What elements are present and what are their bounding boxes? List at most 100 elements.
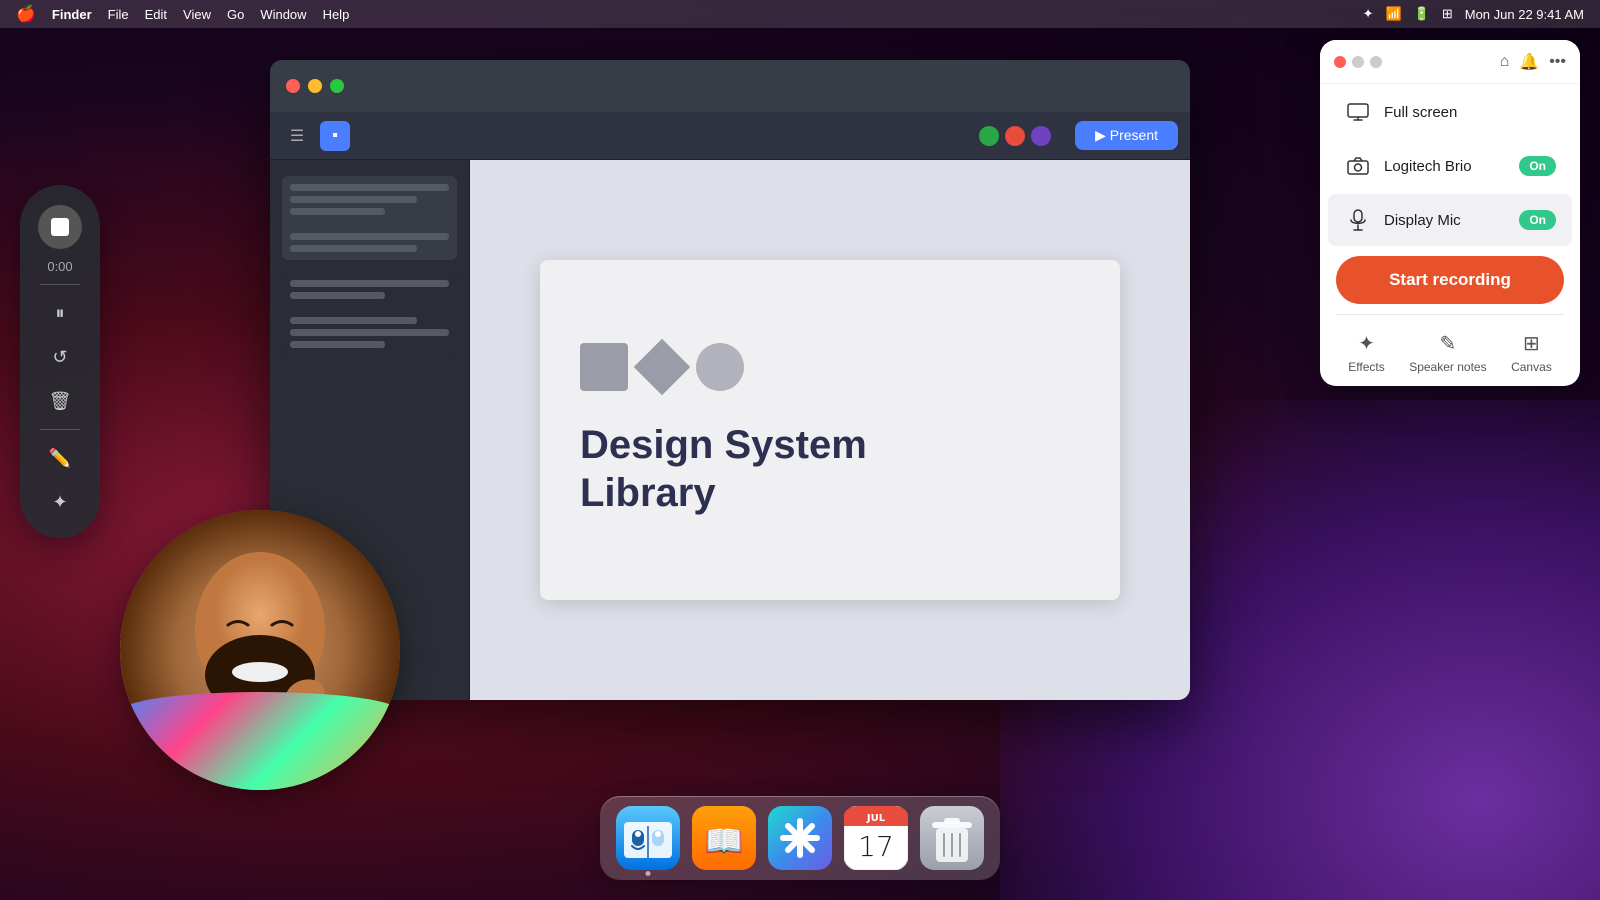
battery-icon[interactable]: 🔋 [1414, 6, 1430, 22]
menubar-view[interactable]: View [183, 7, 211, 22]
display-icon [1344, 98, 1372, 126]
dock-indicator [646, 871, 651, 876]
color-dot-green[interactable] [979, 126, 999, 146]
slide-title: Design System Library [580, 421, 1080, 517]
spotlight-icon[interactable]: ✦ [1363, 6, 1374, 22]
window-toolbar: ☰ ▪ ▶ Present [270, 112, 1190, 160]
stop-recording-button[interactable] [38, 205, 82, 249]
view-icon[interactable]: ▪ [320, 121, 350, 151]
slide-title-line1: Design System [580, 421, 1080, 469]
dock-item-perplexity[interactable] [768, 806, 832, 870]
app-window: ☰ ▪ ▶ Present [270, 60, 1190, 700]
shape-square [580, 343, 628, 391]
slide-thumbnail-2[interactable] [282, 272, 457, 356]
dock-item-finder[interactable] [616, 806, 680, 870]
panel-close-button[interactable] [1334, 56, 1346, 68]
canvas-icon: ⊞ [1523, 331, 1540, 356]
panel-traffic-lights [1334, 56, 1382, 68]
slide-line [290, 292, 385, 299]
dock-item-books[interactable]: 📖 [692, 806, 756, 870]
camera-icon [1344, 152, 1372, 180]
recording-controls: 0:00 ⏸ ↺ 🗑 ✏️ ✦ [20, 185, 100, 538]
mic-toggle[interactable]: On [1519, 210, 1556, 230]
slide-line [290, 317, 417, 324]
traffic-lights [286, 79, 344, 93]
delete-button[interactable]: 🗑 [40, 381, 80, 421]
canvas-label: Canvas [1511, 360, 1552, 374]
start-recording-button[interactable]: Start recording [1336, 256, 1564, 304]
speaker-notes-label: Speaker notes [1409, 360, 1486, 374]
maximize-button[interactable] [330, 79, 344, 93]
slide-line [290, 329, 449, 336]
color-dot-red[interactable] [1005, 126, 1025, 146]
menubar-window[interactable]: Window [260, 7, 306, 22]
source-row[interactable]: Full screen [1328, 86, 1572, 138]
svg-text:📖: 📖 [704, 823, 744, 859]
person-face [120, 510, 400, 790]
undo-button[interactable]: ↺ [40, 337, 80, 377]
menubar-edit[interactable]: Edit [145, 7, 167, 22]
wifi-icon[interactable]: 📶 [1385, 6, 1401, 22]
color-dot-purple[interactable] [1031, 126, 1051, 146]
present-button[interactable]: ▶ Present [1075, 121, 1178, 150]
recording-timer: 0:00 [47, 259, 72, 274]
slide-thumbnail-1[interactable] [282, 176, 457, 260]
menubar-right: ✦ 📶 🔋 ⊞ Mon Jun 22 9:41 AM [1363, 6, 1584, 22]
menu-icon[interactable]: ☰ [282, 121, 312, 151]
window-body: Design System Library [270, 160, 1190, 700]
close-button[interactable] [286, 79, 300, 93]
svg-text:JUL: JUL [866, 813, 886, 824]
panel-max-button[interactable] [1370, 56, 1382, 68]
menubar-left: 🍎 Finder File Edit View Go Window Help [16, 4, 349, 24]
dock-item-calendar[interactable]: JUL 17 [844, 806, 908, 870]
calendar-icon: JUL 17 [844, 806, 908, 870]
menubar-clock: Mon Jun 22 9:41 AM [1465, 7, 1584, 22]
webcam-overlay[interactable] [120, 510, 400, 790]
recording-panel: ⌂ 🔔 ••• Full screen Logitech Brio On [1320, 40, 1580, 386]
mic-label: Display Mic [1384, 212, 1507, 229]
apple-logo-icon[interactable]: 🍎 [16, 4, 36, 24]
draw-button[interactable]: ✏️ [40, 438, 80, 478]
slide-line [290, 208, 385, 215]
svg-text:17: 17 [858, 830, 894, 863]
menubar-app-name[interactable]: Finder [52, 7, 92, 22]
panel-title-icons: ⌂ 🔔 ••• [1500, 52, 1566, 72]
trash-icon [920, 806, 984, 870]
pause-button[interactable]: ⏸ [40, 293, 80, 333]
panel-bottom-toolbar: ✦ Effects ✎ Speaker notes ⊞ Canvas [1320, 323, 1580, 378]
shape-circle [696, 343, 744, 391]
mic-row[interactable]: Display Mic On [1328, 194, 1572, 246]
speaker-notes-item[interactable]: ✎ Speaker notes [1409, 331, 1486, 374]
menubar-help[interactable]: Help [323, 7, 350, 22]
menubar-file[interactable]: File [108, 7, 129, 22]
camera-label: Logitech Brio [1384, 158, 1507, 175]
bell-icon[interactable]: 🔔 [1519, 52, 1539, 72]
effects-button[interactable]: ✦ [40, 482, 80, 522]
divider [40, 284, 80, 285]
panel-min-button[interactable] [1352, 56, 1364, 68]
stop-icon [51, 218, 69, 236]
menubar-go[interactable]: Go [227, 7, 244, 22]
home-icon[interactable]: ⌂ [1500, 53, 1510, 71]
camera-toggle[interactable]: On [1519, 156, 1556, 176]
current-slide: Design System Library [540, 260, 1120, 600]
effects-item[interactable]: ✦ Effects [1348, 331, 1384, 374]
control-center-icon[interactable]: ⊞ [1442, 6, 1453, 22]
panel-divider [1336, 314, 1564, 315]
minimize-button[interactable] [308, 79, 322, 93]
camera-row[interactable]: Logitech Brio On [1328, 140, 1572, 192]
slide-line [290, 184, 449, 191]
canvas-item[interactable]: ⊞ Canvas [1511, 331, 1552, 374]
slide-line [290, 341, 385, 348]
panel-titlebar: ⌂ 🔔 ••• [1320, 40, 1580, 84]
mic-icon [1344, 206, 1372, 234]
menubar: 🍎 Finder File Edit View Go Window Help ✦… [0, 0, 1600, 28]
effects-icon: ✦ [1358, 331, 1375, 356]
dock-item-trash[interactable] [920, 806, 984, 870]
slide-line [290, 196, 417, 203]
source-label: Full screen [1384, 104, 1556, 121]
perplexity-icon [768, 806, 832, 870]
more-options-icon[interactable]: ••• [1549, 53, 1566, 71]
window-titlebar [270, 60, 1190, 112]
slide-title-line2: Library [580, 469, 1080, 517]
